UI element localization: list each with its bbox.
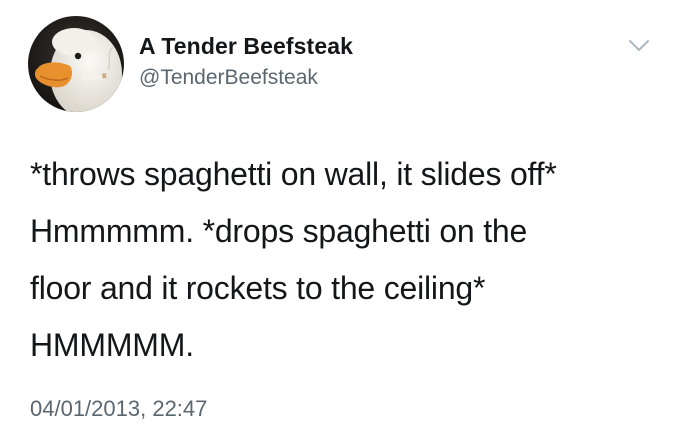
chevron-down-icon[interactable]	[628, 38, 650, 54]
duck-avatar-icon	[28, 16, 124, 112]
tweet-timestamp[interactable]: 04/01/2013, 22:47	[30, 396, 207, 422]
tweet-text: *throws spaghetti on wall, it slides off…	[30, 146, 660, 374]
tweet-text-line: floor and it rockets to the ceiling*	[30, 270, 486, 306]
tweet-text-line: Hmmmmm. *drops spaghetti on the	[30, 213, 528, 249]
tweet-text-line: *throws spaghetti on wall, it slides off…	[30, 156, 557, 192]
tweet-text-line: HMMMMM.	[30, 327, 194, 363]
author-display-name[interactable]: A Tender Beefsteak	[139, 33, 353, 60]
avatar[interactable]	[28, 16, 124, 112]
author-handle[interactable]: @TenderBeefsteak	[139, 66, 318, 90]
tweet-card: A Tender Beefsteak @TenderBeefsteak *thr…	[0, 0, 680, 444]
